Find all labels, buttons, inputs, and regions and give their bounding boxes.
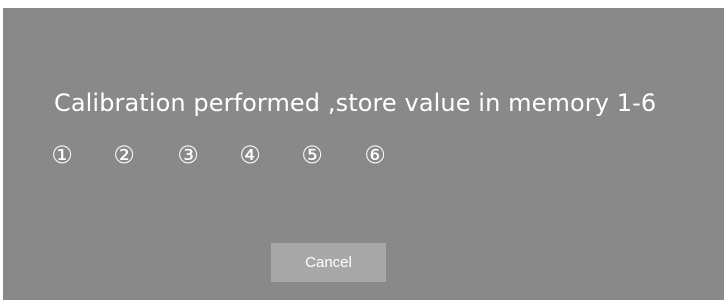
memory-slot-5-button[interactable]: ⑤ [297,140,327,170]
calibration-message: Calibration performed ,store value in me… [54,89,657,117]
memory-slot-6-button[interactable]: ⑥ [360,140,390,170]
cancel-button[interactable]: Cancel [271,243,386,282]
calibration-dialog: Calibration performed ,store value in me… [3,8,724,300]
memory-slot-3-button[interactable]: ③ [173,140,203,170]
memory-slot-4-button[interactable]: ④ [235,140,265,170]
memory-slot-2-button[interactable]: ② [109,140,139,170]
memory-slot-1-button[interactable]: ① [47,140,77,170]
